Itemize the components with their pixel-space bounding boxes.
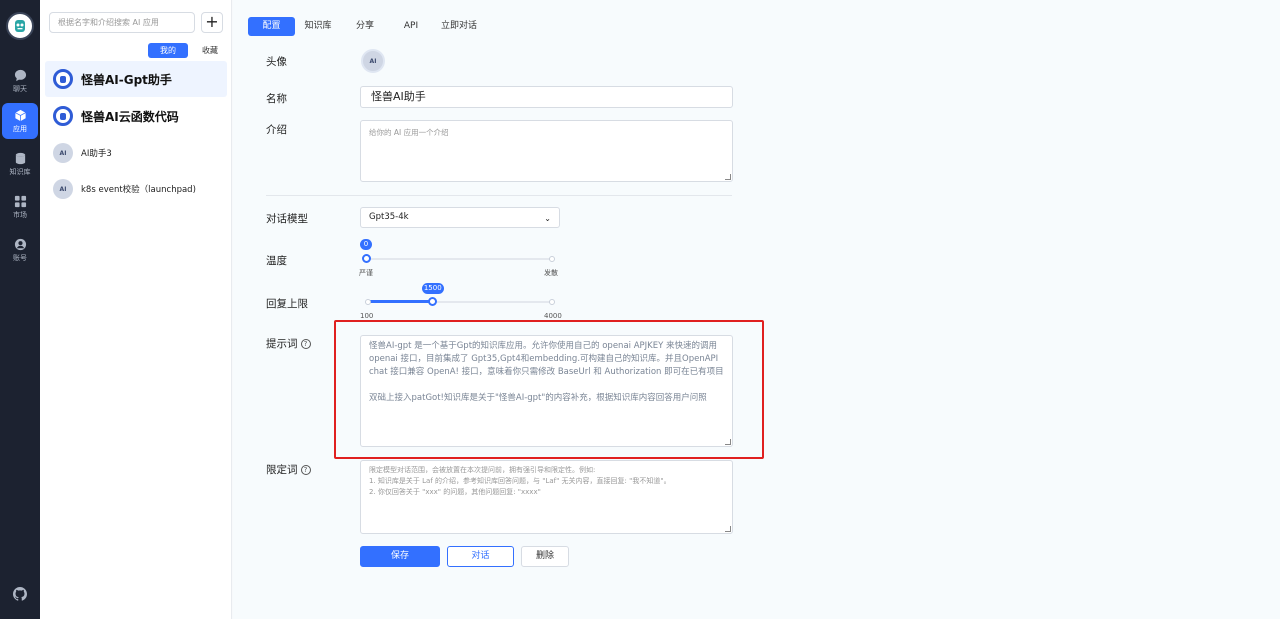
app-avatar-picker[interactable]: AI [361, 49, 385, 73]
app-avatar: AI [53, 179, 73, 199]
limit-line: 1. 知识库是关于 Laf 的介绍，参考知识库回答问题，与 "Laf" 无关内容… [369, 477, 671, 485]
nav-label: 市场 [13, 210, 27, 219]
slider-value-bubble: 0 [360, 239, 372, 250]
app-item[interactable]: 怪兽AI-Gpt助手 [45, 61, 227, 97]
section-divider [266, 195, 732, 196]
intro-label: 介绍 [266, 124, 287, 136]
slider-value-bubble: 1500 [421, 283, 444, 294]
slider-start [365, 299, 371, 305]
app-name: 怪兽AI-Gpt助手 [81, 72, 172, 87]
tab-api[interactable]: API [397, 17, 425, 36]
slider-thumb[interactable] [361, 254, 371, 263]
app-avatar [53, 106, 73, 126]
slider-end [549, 256, 555, 262]
nav-item-market[interactable]: 市场 [2, 189, 38, 225]
help-icon[interactable]: ? [300, 464, 311, 475]
highlight-annotation [334, 320, 764, 459]
slider-track [366, 258, 552, 260]
avatar-label: 头像 [266, 56, 287, 68]
limit-label: 限定词 ? [266, 462, 311, 477]
add-app-button[interactable]: + [201, 12, 223, 33]
monster-logo-icon [15, 20, 25, 32]
model-value: Gpt35-4k [369, 212, 409, 222]
app-item[interactable]: AI k8s event校验（launchpad) [45, 171, 227, 207]
temperature-min-label: 严谨 [359, 269, 373, 277]
app-item[interactable]: 怪兽AI云函数代码 [45, 98, 227, 134]
app-name: 怪兽AI云函数代码 [81, 109, 179, 124]
prompt-label-text: 提示词 [266, 338, 298, 350]
intro-placeholder: 给你的 AI 应用一个介绍 [369, 128, 449, 137]
max-tokens-min-label: 100 [360, 312, 374, 320]
database-icon [15, 152, 25, 164]
help-icon[interactable]: ? [300, 338, 311, 349]
temperature-max-label: 发散 [544, 269, 558, 277]
max-tokens-max-label: 4000 [544, 312, 562, 320]
nav-label: 应用 [13, 124, 27, 133]
nav-item-apps[interactable]: 应用 [2, 103, 38, 139]
github-icon[interactable] [13, 587, 27, 601]
app-list-panel: 根据名字和介绍搜索 AI 应用 + 我的 收藏 怪兽AI-Gpt助手 怪兽AI云… [40, 0, 232, 619]
app-avatar [53, 69, 73, 89]
limit-textarea[interactable]: 限定模型对话范围，会被放置在本次提问前，拥有强引导和限定性。例如: 1. 知识库… [360, 460, 733, 534]
chat-icon [14, 69, 26, 81]
tab-config[interactable]: 配置 [248, 17, 295, 36]
app-name: k8s event校验（launchpad) [81, 185, 196, 195]
model-label: 对话模型 [266, 213, 308, 225]
resize-handle[interactable] [725, 526, 731, 532]
slider-thumb[interactable] [428, 297, 438, 306]
nav-item-account[interactable]: 账号 [2, 232, 38, 268]
slider-fill [367, 300, 434, 303]
app-search-input[interactable]: 根据名字和介绍搜索 AI 应用 [49, 12, 195, 33]
main-nav: 聊天 应用 知识库 市场 账号 [0, 0, 40, 619]
app-avatar: AI [53, 143, 73, 163]
nav-label: 知识库 [9, 167, 31, 176]
resize-handle[interactable] [725, 174, 731, 180]
max-tokens-label: 回复上限 [266, 298, 308, 310]
nav-label: 账号 [13, 253, 27, 262]
tab-knowledge[interactable]: 知识库 [301, 17, 335, 36]
name-label: 名称 [266, 93, 287, 105]
app-item[interactable]: AI AI助手3 [45, 135, 227, 171]
model-select[interactable]: Gpt35-4k ⌄ [360, 207, 560, 228]
grid-icon [14, 195, 26, 207]
nav-item-chat[interactable]: 聊天 [2, 63, 38, 99]
app-logo[interactable] [6, 12, 34, 40]
user-icon [14, 238, 26, 250]
chevron-down-icon: ⌄ [544, 214, 551, 223]
prompt-label: 提示词 ? [266, 336, 311, 351]
chat-button[interactable]: 对话 [447, 546, 514, 567]
limit-label-text: 限定词 [266, 464, 298, 476]
limit-line: 限定模型对话范围，会被放置在本次提问前，拥有强引导和限定性。例如: [369, 466, 596, 474]
cube-icon [14, 109, 26, 121]
app-name: AI助手3 [81, 149, 112, 159]
nav-item-knowledge[interactable]: 知识库 [2, 146, 38, 182]
limit-line: 2. 你仅回答关于 "xxx" 的问题，其他问题回复: "xxxx" [369, 488, 541, 496]
nav-label: 聊天 [13, 84, 27, 93]
temperature-label: 温度 [266, 255, 287, 267]
delete-button[interactable]: 删除 [521, 546, 569, 567]
intro-textarea[interactable]: 给你的 AI 应用一个介绍 [360, 120, 733, 182]
save-button[interactable]: 保存 [360, 546, 440, 567]
app-config-panel: 配置 知识库 分享 API 立即对话 头像 AI 名称 怪兽AI助手 介绍 给你… [233, 0, 1280, 619]
name-input[interactable]: 怪兽AI助手 [360, 86, 733, 108]
tab-chat-now[interactable]: 立即对话 [436, 17, 482, 36]
slider-end [549, 299, 555, 305]
tab-share[interactable]: 分享 [350, 17, 380, 36]
tab-favorites[interactable]: 收藏 [194, 43, 226, 58]
tab-mine[interactable]: 我的 [148, 43, 188, 58]
